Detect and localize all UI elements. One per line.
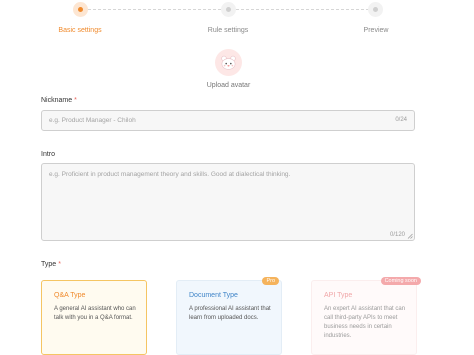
nickname-input[interactable]: e.g. Product Manager - Chiloh 0/24 — [41, 110, 415, 131]
type-card-api: Coming soon API Type An expert AI assist… — [311, 277, 421, 355]
intro-placeholder: e.g. Proficient in product management th… — [49, 171, 291, 178]
type-label: Type * — [41, 261, 61, 268]
nickname-placeholder: e.g. Product Manager - Chiloh — [49, 117, 136, 124]
card-description: An expert AI assistant that can call thi… — [324, 306, 406, 339]
step-3-label[interactable]: Preview — [364, 27, 389, 34]
required-mark: * — [58, 261, 61, 268]
resize-handle-icon[interactable] — [407, 233, 413, 239]
progress-stepper: Basic settings Rule settings Preview — [0, 0, 474, 40]
step-2-indicator[interactable] — [221, 2, 236, 17]
pro-badge: Pro — [262, 277, 279, 285]
step-2-label[interactable]: Rule settings — [208, 27, 248, 34]
avatar-upload-button[interactable] — [215, 49, 242, 76]
nickname-label: Nickname * — [41, 97, 77, 104]
step-connector — [88, 9, 221, 10]
bear-avatar-icon — [221, 55, 236, 70]
step-3-indicator[interactable] — [368, 2, 383, 17]
nickname-char-counter: 0/24 — [395, 117, 407, 123]
type-label-text: Type — [41, 261, 57, 268]
avatar-upload-label[interactable]: Upload avatar — [0, 82, 457, 89]
nickname-label-text: Nickname — [41, 97, 73, 104]
intro-char-counter: 0/120 — [389, 232, 405, 238]
type-card-document[interactable]: Pro Document Type A professional AI assi… — [176, 277, 282, 355]
card-title: Document Type — [189, 292, 238, 299]
step-1-indicator[interactable] — [73, 2, 88, 17]
step-connector — [236, 9, 369, 10]
step-1-label[interactable]: Basic settings — [58, 27, 101, 34]
type-card-qa[interactable]: Q&A Type A general AI assistant who can … — [41, 280, 147, 355]
intro-textarea[interactable]: e.g. Proficient in product management th… — [41, 163, 415, 241]
coming-soon-badge: Coming soon — [380, 277, 421, 285]
card-description: A general AI assistant who can talk with… — [54, 306, 136, 321]
card-title: Q&A Type — [54, 292, 86, 299]
card-description: A professional AI assistant that learn f… — [189, 306, 271, 321]
intro-label: Intro — [41, 151, 56, 158]
required-mark: * — [74, 97, 77, 104]
card-title: API Type — [324, 292, 353, 299]
